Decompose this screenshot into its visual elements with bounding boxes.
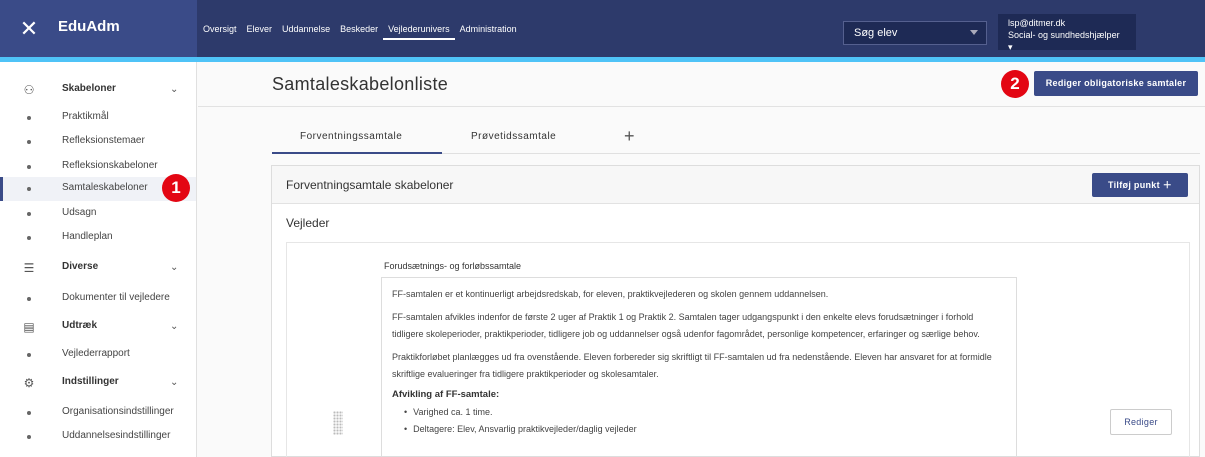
sidebar-item-label: Samtaleskabeloner: [62, 182, 148, 193]
bullet-icon: [27, 353, 31, 357]
nav-item-uddannelse[interactable]: Uddannelse: [277, 20, 335, 40]
chevron-down-icon: ⌄: [170, 262, 179, 273]
sidebar-group-udtraek[interactable]: ▤ Udtræk ⌄: [0, 315, 196, 339]
card-header: Forventningsamtale skabeloner Tilføj pun…: [272, 166, 1199, 204]
sidebar-item-dokumenter[interactable]: Dokumenter til vejledere: [0, 287, 196, 311]
chevron-down-icon: [970, 30, 978, 35]
sidebar-item-label: Refleksionstemaer: [62, 135, 145, 146]
sidebar-item-handleplan[interactable]: Handleplan: [0, 226, 196, 250]
section-title: Vejleder: [286, 216, 330, 230]
sidebar-item-refleksionstemaer[interactable]: Refleksionstemaer: [0, 130, 196, 154]
sidebar-group-label: Diverse: [62, 261, 99, 272]
content-bullet: Deltagere: Elev, Ansvarlig praktikvejled…: [392, 421, 1006, 438]
sidebar-item-label: Praktikmål: [62, 111, 109, 122]
sidebar-group-label: Udtræk: [62, 320, 98, 331]
drag-handle-icon[interactable]: [333, 411, 343, 435]
chevron-down-icon: ⌄: [170, 84, 179, 95]
nav-item-administration[interactable]: Administration: [455, 20, 522, 40]
bullet-icon: [27, 187, 31, 191]
sidebar-item-uddannelsesindstillinger[interactable]: Uddannelsesindstillinger: [0, 425, 196, 449]
templates-card: Forventningsamtale skabeloner Tilføj pun…: [271, 165, 1200, 457]
main-nav: Oversigt Elever Uddannelse Beskeder Vejl…: [198, 20, 522, 40]
user-role: Social- og sundhedshjælper ▾: [1008, 30, 1120, 52]
content-bullet: Varighed ca. 1 time.: [392, 404, 1006, 421]
sidebar-item-label: Vejlederrapport: [62, 348, 130, 359]
tab-proevetidssamtale[interactable]: Prøvetidssamtale: [471, 131, 556, 142]
app-brand[interactable]: EduAdm: [58, 18, 120, 35]
sidebar-group-diverse[interactable]: ☰ Diverse ⌄: [0, 256, 196, 280]
active-tab-indicator: [272, 152, 442, 154]
tab-bar: Forventningssamtale Prøvetidssamtale +: [272, 124, 1200, 154]
list-icon: ☰: [23, 261, 35, 275]
add-tab-icon[interactable]: +: [624, 126, 635, 147]
user-email: lsp@ditmer.dk: [1008, 18, 1066, 28]
top-bar: ✕ EduAdm Oversigt Elever Uddannelse Besk…: [0, 0, 1205, 57]
search-student-label: Søg elev: [854, 27, 898, 39]
hierarchy-icon: ⚇: [23, 83, 35, 97]
sidebar-item-label: Organisationsindstillinger: [62, 406, 174, 417]
template-item: Forudsætnings- og forløbssamtale FF-samt…: [286, 242, 1190, 457]
sidebar-group-label: Indstillinger: [62, 376, 119, 387]
callout-badge-2: 2: [1001, 70, 1029, 98]
sidebar-item-label: Dokumenter til vejledere: [62, 292, 170, 303]
brand-block: ✕ EduAdm: [0, 0, 197, 57]
sidebar-group-skabeloner[interactable]: ⚇ Skabeloner ⌄: [0, 78, 196, 102]
nav-item-oversigt[interactable]: Oversigt: [198, 20, 242, 40]
bullet-icon: [27, 140, 31, 144]
add-point-button[interactable]: Tilføj punkt ＋: [1092, 173, 1188, 197]
settings-icon: ⚙: [23, 376, 35, 390]
sidebar-item-praktikmaal[interactable]: Praktikmål: [0, 106, 196, 130]
sidebar-item-organisationsindstillinger[interactable]: Organisationsindstillinger: [0, 401, 196, 425]
bullet-icon: [27, 116, 31, 120]
edit-mandatory-conversations-button[interactable]: Rediger obligatoriske samtaler: [1034, 71, 1198, 96]
bullet-icon: [27, 236, 31, 240]
sidebar-item-refleksionskabeloner[interactable]: Refleksionskabeloner: [0, 155, 196, 179]
bullet-icon: [27, 411, 31, 415]
sidebar: ⚇ Skabeloner ⌄ Praktikmål Refleksionstem…: [0, 62, 197, 457]
chevron-down-icon: ⌄: [170, 377, 179, 388]
user-menu[interactable]: lsp@ditmer.dk Social- og sundhedshjælper…: [998, 14, 1136, 52]
divider: [198, 106, 1205, 107]
callout-badge-1: 1: [162, 174, 190, 202]
content-paragraph: FF-samtalen afvikles indenfor de første …: [392, 312, 980, 339]
tab-forventningssamtale[interactable]: Forventningssamtale: [300, 131, 402, 142]
sidebar-item-vejlederrapport[interactable]: Vejlederrapport: [0, 343, 196, 367]
bullet-icon: [27, 435, 31, 439]
nav-item-vejlederunivers[interactable]: Vejlederunivers: [383, 20, 455, 40]
sidebar-group-indstillinger[interactable]: ⚙ Indstillinger ⌄: [0, 371, 196, 395]
sidebar-item-label: Udsagn: [62, 207, 97, 218]
sidebar-item-label: Refleksionskabeloner: [62, 160, 158, 171]
report-icon: ▤: [23, 320, 35, 334]
content-paragraph: Praktikforløbet planlægges ud fra ovenst…: [392, 352, 992, 379]
content-paragraph: FF-samtalen er et kontinuerligt arbejdsr…: [392, 289, 829, 299]
sidebar-item-label: Handleplan: [62, 231, 113, 242]
nav-item-elever[interactable]: Elever: [242, 20, 278, 40]
search-student-select[interactable]: Søg elev: [843, 21, 987, 45]
template-item-title: Forudsætnings- og forløbssamtale: [384, 261, 522, 271]
content-subheading: Afvikling af FF-samtale:: [392, 389, 500, 400]
sidebar-item-label: Uddannelsesindstillinger: [62, 430, 171, 441]
page-title: Samtaleskabelonliste: [272, 74, 449, 94]
nav-item-beskeder[interactable]: Beskeder: [335, 20, 383, 40]
template-item-content: FF-samtalen er et kontinuerligt arbejdsr…: [381, 277, 1017, 457]
edit-button[interactable]: Rediger: [1110, 409, 1172, 435]
chevron-down-icon: ⌄: [170, 321, 179, 332]
sidebar-item-udsagn[interactable]: Udsagn: [0, 202, 196, 226]
bullet-icon: [27, 297, 31, 301]
close-icon[interactable]: ✕: [14, 14, 44, 44]
bullet-icon: [27, 212, 31, 216]
bullet-icon: [27, 165, 31, 169]
card-title: Forventningsamtale skabeloner: [286, 178, 454, 192]
sidebar-group-label: Skabeloner: [62, 83, 116, 94]
